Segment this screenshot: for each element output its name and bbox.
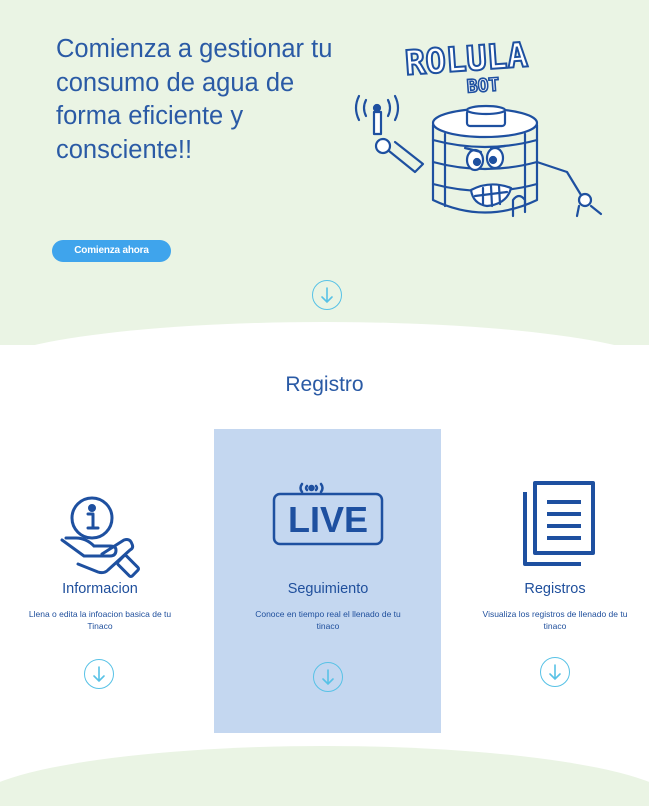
arrow-down-icon [549, 664, 561, 681]
card-registros-description: Visualiza los registros de llenado de tu… [482, 609, 628, 631]
arrow-down-icon [93, 666, 105, 683]
hero-section: Comienza a gestionar tu consumo de agua … [0, 0, 649, 345]
rolula-bot-logo: ROLULA BOT [345, 30, 615, 235]
card-registros-down-button[interactable] [540, 657, 570, 687]
card-informacion-down-button[interactable] [84, 659, 114, 689]
card-informacion-title: Informacion [62, 581, 138, 597]
card-informacion-description: Llena o edita la infoacion basica de tu … [28, 609, 172, 631]
card-registros-title: Registros [524, 581, 586, 597]
scroll-down-button[interactable] [312, 280, 342, 310]
live-text: LIVE [288, 499, 368, 540]
logo-subtext: BOT [466, 74, 500, 97]
live-icon: LIVE [272, 482, 384, 546]
start-now-button[interactable]: Comienza ahora [52, 240, 171, 262]
info-hand-icon [60, 496, 140, 578]
section-title: Registro [285, 373, 364, 396]
hero-title: Comienza a gestionar tu consumo de agua … [56, 35, 333, 164]
arrow-down-icon [321, 287, 333, 304]
footer-wave [0, 746, 649, 806]
card-seguimiento-description: Conoce en tiempo real el llenado de tu t… [255, 609, 401, 631]
card-seguimiento-title: Seguimiento [287, 581, 369, 597]
arrow-down-icon [322, 669, 334, 686]
card-seguimiento-down-button[interactable] [313, 662, 343, 692]
document-icon [523, 481, 595, 566]
